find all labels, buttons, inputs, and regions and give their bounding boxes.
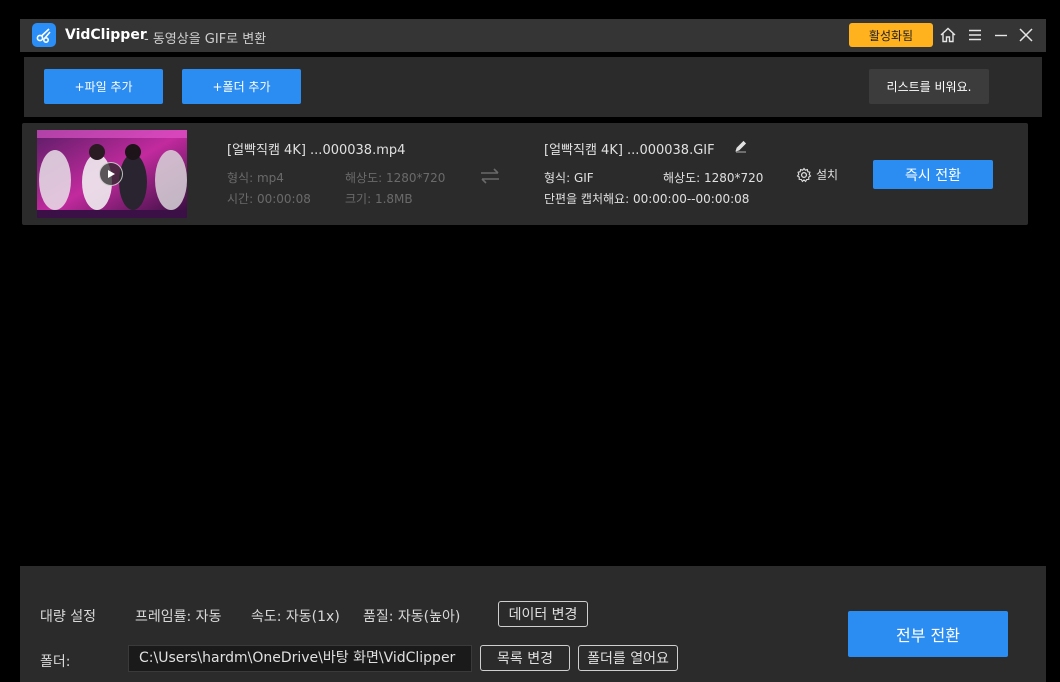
output-clip-range: 단편을 캡처해요: 00:00:00--00:00:08 <box>544 192 750 206</box>
file-list-item: [얼빡직캠 4K] ...000038.mp4 형식: mp4 해상도: 128… <box>22 123 1028 225</box>
open-folder-button[interactable]: 폴더를 열어요 <box>578 645 678 671</box>
title-bar: VidClipper - 동영상을 GIF로 변환 활성화됨 <box>20 19 1046 52</box>
minimize-icon[interactable] <box>992 26 1010 44</box>
batch-settings-label: 대량 설정 <box>40 609 96 625</box>
convert-arrow-icon <box>481 168 499 184</box>
gear-icon <box>796 167 812 182</box>
toolbar: +파일 추가 +폴더 추가 리스트를 비워요. <box>24 57 1042 117</box>
source-file-name: [얼빡직캠 4K] ...000038.mp4 <box>227 143 406 158</box>
video-thumbnail[interactable] <box>37 130 187 218</box>
source-duration: 시간: 00:00:08 <box>227 192 311 206</box>
source-size: 크기: 1.8MB <box>345 192 413 206</box>
speed-value: 속도: 자동(1x) <box>251 609 340 625</box>
convert-all-button[interactable]: 전부 전환 <box>848 611 1008 657</box>
edit-icon[interactable] <box>734 139 748 153</box>
change-data-button[interactable]: 데이터 변경 <box>498 601 588 627</box>
batch-settings-panel: 대량 설정 프레임률: 자동 속도: 자동(1x) 품질: 자동(높아) 데이터… <box>20 566 1046 682</box>
window-subtitle: - 동영상을 GIF로 변환 <box>144 32 267 47</box>
menu-icon[interactable] <box>966 26 984 44</box>
play-icon[interactable] <box>99 162 123 186</box>
app-logo-icon <box>32 23 56 47</box>
convert-now-button[interactable]: 즉시 전환 <box>873 160 993 189</box>
quality-value: 품질: 자동(높아) <box>363 609 461 625</box>
settings-button[interactable]: 설치 <box>796 166 838 183</box>
activated-button[interactable]: 활성화됨 <box>849 23 933 47</box>
framerate-value: 프레임률: 자동 <box>135 609 222 625</box>
output-format: 형식: GIF <box>544 171 594 185</box>
app-name: VidClipper <box>65 27 147 43</box>
add-file-button[interactable]: +파일 추가 <box>44 69 163 104</box>
app-window: VidClipper - 동영상을 GIF로 변환 활성화됨 +파일 추가 +폴… <box>20 19 1046 682</box>
add-folder-button[interactable]: +폴더 추가 <box>182 69 301 104</box>
output-folder-field[interactable]: C:\Users\hardm\OneDrive\바탕 화면\VidClipper <box>128 645 472 672</box>
source-resolution: 해상도: 1280*720 <box>345 171 446 185</box>
home-icon[interactable] <box>939 26 957 44</box>
output-file-name: [얼빡직캠 4K] ...000038.GIF <box>544 143 715 158</box>
folder-label: 폴더: <box>40 654 71 670</box>
settings-label: 설치 <box>816 168 839 182</box>
output-resolution: 해상도: 1280*720 <box>663 171 764 185</box>
source-format: 형식: mp4 <box>227 171 284 185</box>
clear-list-button[interactable]: 리스트를 비워요. <box>869 69 989 104</box>
close-icon[interactable] <box>1017 26 1035 44</box>
change-directory-button[interactable]: 목록 변경 <box>480 645 570 671</box>
